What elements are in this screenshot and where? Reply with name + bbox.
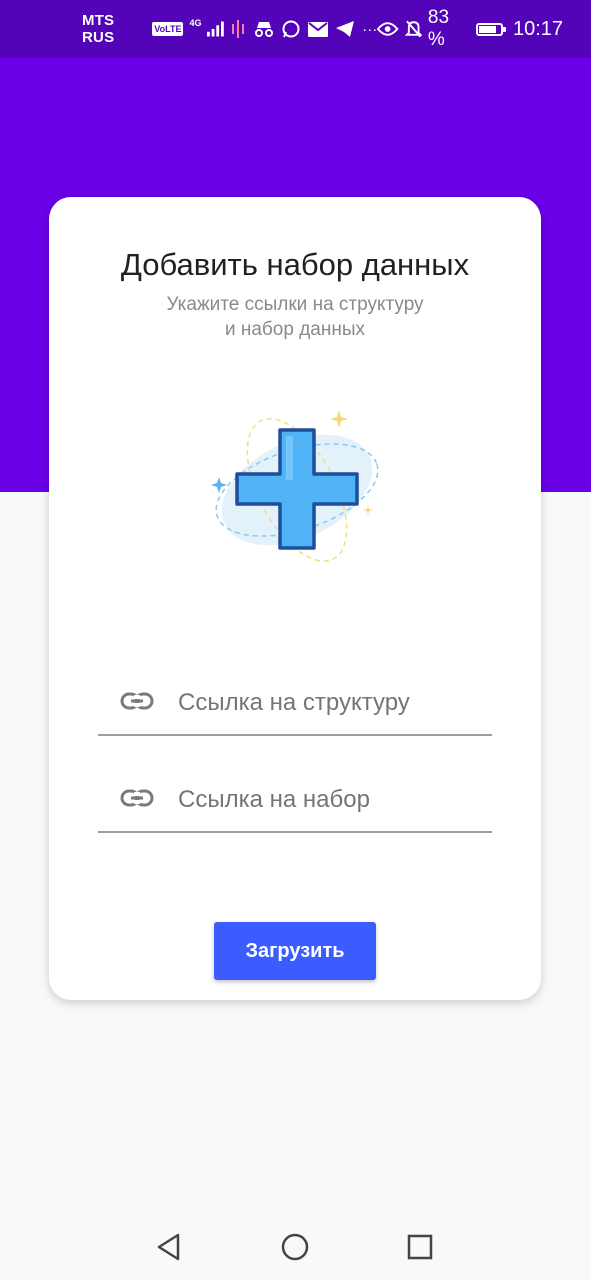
eye-icon <box>377 22 399 36</box>
carrier-name: MTS RUS <box>82 12 115 46</box>
subtitle-line-1: Укажите ссылки на структуру <box>166 294 424 315</box>
status-right: 83 % 10:17 <box>377 7 563 51</box>
battery-fill <box>478 25 496 33</box>
subtitle-line-2: и набор данных <box>224 319 366 340</box>
plus-illustration-icon <box>211 410 379 562</box>
home-icon[interactable] <box>278 1230 312 1264</box>
link-icon <box>120 692 154 710</box>
volte-badge: VoLTE <box>152 22 184 36</box>
incognito-icon <box>255 22 274 37</box>
link-icon <box>120 789 154 807</box>
signal-icon <box>207 21 225 37</box>
network-type: 4G <box>189 18 202 28</box>
battery-icon <box>475 22 507 36</box>
mute-bell-icon <box>404 20 422 38</box>
clock: 10:17 <box>512 17 564 40</box>
system-nav-bar <box>0 1212 591 1280</box>
telegram-icon <box>336 21 355 37</box>
card-subtitle: Укажите ссылки на структуру и набор данн… <box>49 292 541 342</box>
add-dataset-card: Добавить набор данных Укажите ссылки на … <box>49 197 541 1000</box>
podcast-icon <box>232 20 245 38</box>
status-left: MTS RUS VoLTE 4G ··· <box>82 12 377 46</box>
dataset-link-input[interactable] <box>176 781 480 819</box>
notification-icons: ··· <box>230 20 377 38</box>
dataset-link-field[interactable] <box>98 769 492 833</box>
structure-link-input[interactable] <box>176 684 480 722</box>
battery-percent: 83 % <box>427 7 450 50</box>
upload-button[interactable]: Загрузить <box>214 922 376 980</box>
status-bar: MTS RUS VoLTE 4G ··· 83 % 10:17 <box>0 0 591 58</box>
back-icon[interactable] <box>152 1230 186 1264</box>
structure-link-field[interactable] <box>98 672 492 736</box>
card-title: Добавить набор данных <box>120 247 470 282</box>
recents-icon[interactable] <box>403 1230 437 1264</box>
whatsapp-icon <box>282 20 300 38</box>
mail-icon <box>308 21 329 37</box>
more-notifications-icon: ··· <box>362 20 378 38</box>
